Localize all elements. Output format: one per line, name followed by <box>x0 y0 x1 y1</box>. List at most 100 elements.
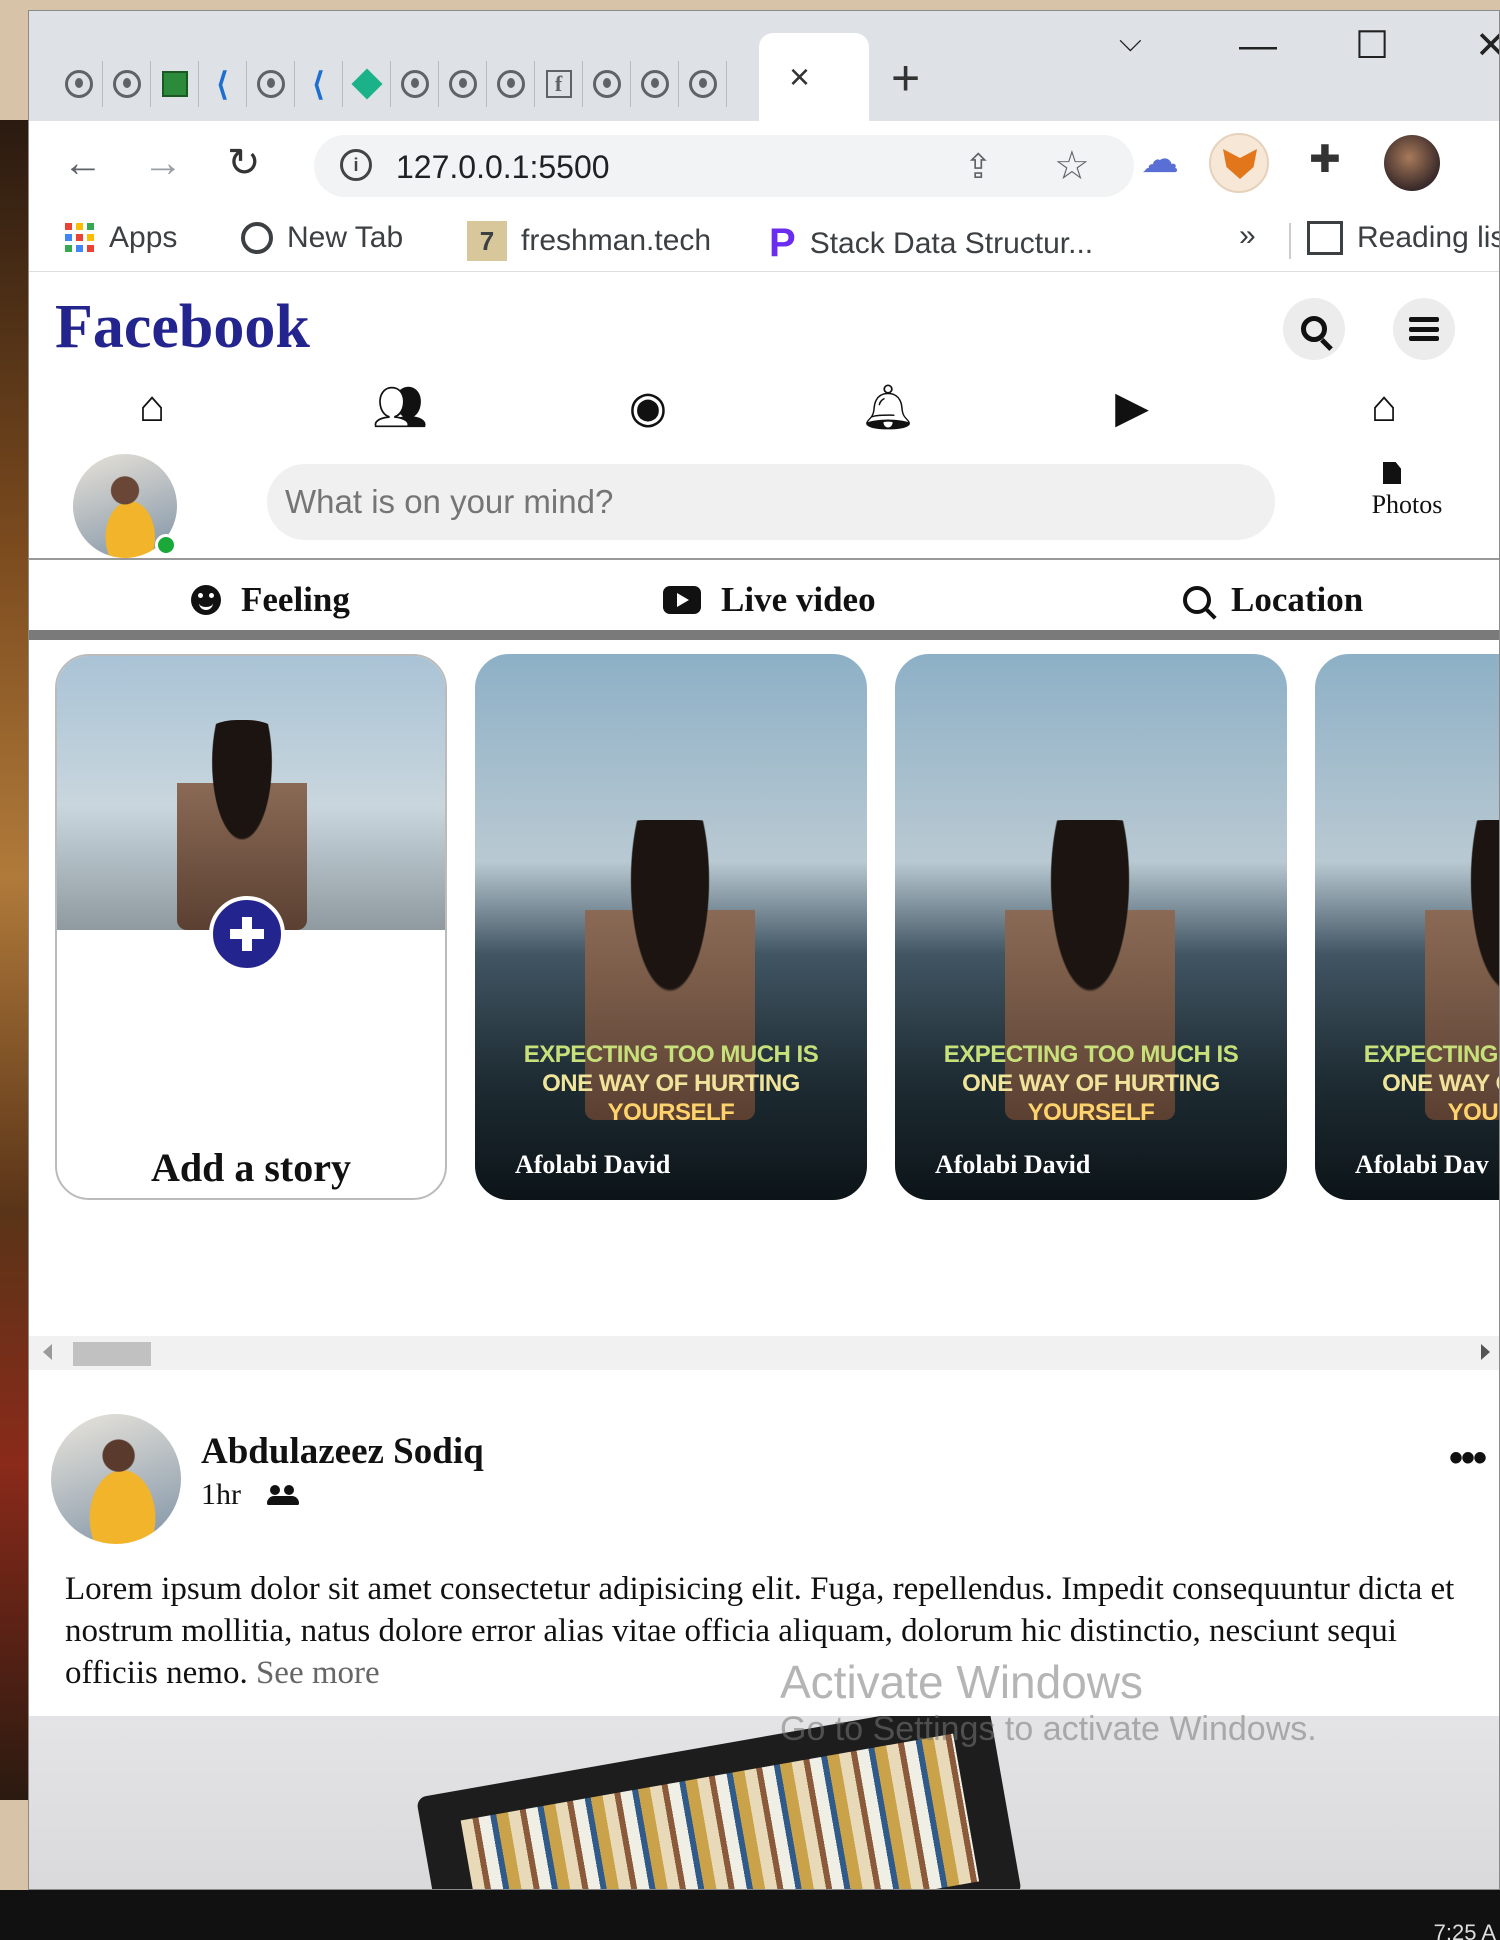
scroll-left-arrow-icon[interactable] <box>43 1344 52 1360</box>
globe-icon <box>256 70 285 98</box>
add-story-label: Add a story <box>150 1145 352 1190</box>
photos-button[interactable]: Photos <box>1357 462 1457 520</box>
post-meta: 1hr <box>201 1478 301 1512</box>
location-button[interactable]: Location <box>1183 580 1363 620</box>
vscode-icon: ⟨ <box>312 66 325 102</box>
add-story-card[interactable]: Add a story <box>55 654 447 1200</box>
gem-icon <box>350 68 383 100</box>
story-card[interactable]: EXPECTING TOO MUCH IS ONE WAY OF HURTING… <box>475 654 867 1200</box>
vscode-icon: ⟨ <box>216 66 229 102</box>
live-video-button[interactable]: Live video <box>663 580 876 620</box>
reading-list-button[interactable]: Reading lis <box>1307 221 1500 255</box>
scrollbar-thumb[interactable] <box>73 1342 151 1366</box>
bookmark-star-icon[interactable]: ☆ <box>1054 143 1090 189</box>
tab-facebook[interactable]: f <box>535 61 583 107</box>
globe-icon <box>112 70 141 98</box>
story-quote: EXPECTING TOO MUCH IS ONE WAY OF HURTING… <box>1363 1041 1499 1126</box>
back-arrow-icon[interactable]: ← <box>63 143 103 183</box>
browser-window: ⟨ ⟨ f × + ⌵ — ☐ ✕ ← → ↻ <box>28 10 1500 1890</box>
active-tab[interactable] <box>759 33 869 121</box>
story-card[interactable]: EXPECTING TOO MUCH IS ONE WAY OF HURTING… <box>1315 654 1499 1200</box>
post-composer: Photos <box>29 440 1499 560</box>
smile-icon <box>191 585 221 615</box>
close-window-button[interactable]: ✕ <box>1475 27 1499 65</box>
post-author-name[interactable]: Abdulazeez Sodiq <box>201 1430 484 1473</box>
add-story-plus-icon[interactable] <box>209 896 285 972</box>
profile-avatar[interactable] <box>1384 135 1440 191</box>
tab-vscode[interactable]: ⟨ <box>199 61 247 107</box>
marketplace-store-icon[interactable]: ⌂ <box>1359 382 1409 431</box>
tab-gem[interactable] <box>343 61 391 107</box>
bookmarks-overflow-button[interactable]: » <box>1239 219 1256 253</box>
tab-globe[interactable] <box>583 61 631 107</box>
photos-label: Photos <box>1371 490 1443 519</box>
bookmark-new-tab[interactable]: New Tab <box>241 221 403 255</box>
tab-globe[interactable] <box>631 61 679 107</box>
taskbar-clock: 7:25 A <box>1433 1920 1496 1940</box>
story-cover-image <box>57 656 445 930</box>
metamask-fox-icon[interactable] <box>1209 133 1269 193</box>
maximize-button[interactable]: ☐ <box>1355 27 1389 65</box>
browser-toolbar: ← → ↻ i 127.0.0.1:5500 ⇪ ☆ ☁ ✚ ⋮ <box>29 121 1499 209</box>
site-info-icon[interactable]: i <box>340 149 372 181</box>
freshman-icon: 7 <box>467 221 507 261</box>
story-card[interactable]: EXPECTING TOO MUCH IS ONE WAY OF HURTING… <box>895 654 1287 1200</box>
status-input[interactable] <box>267 464 1275 540</box>
globe-icon <box>400 70 429 98</box>
post-author-avatar[interactable] <box>51 1414 181 1544</box>
story-quote: EXPECTING TOO MUCH IS ONE WAY OF HURTING… <box>523 1041 819 1126</box>
tab-globe[interactable] <box>679 61 727 107</box>
bookmark-apps[interactable]: Apps <box>65 221 177 255</box>
tab-globe[interactable] <box>391 61 439 107</box>
tab-globe[interactable] <box>55 61 103 107</box>
facebook-page: Facebook ⌂ 👥︎ ◉ 🔔︎ ▶ ⌂ Photos <box>29 271 1499 1889</box>
extension-brain-icon[interactable]: ☁ <box>1141 141 1179 179</box>
url-text[interactable]: 127.0.0.1:5500 <box>396 149 610 186</box>
new-tab-button[interactable]: + <box>891 53 920 103</box>
hamburger-menu-icon <box>1409 317 1439 341</box>
menu-button[interactable] <box>1393 298 1455 360</box>
see-more-link[interactable]: See more <box>256 1655 380 1691</box>
scroll-right-arrow-icon[interactable] <box>1481 1344 1490 1360</box>
search-button[interactable] <box>1283 298 1345 360</box>
story-author-name: Afolabi Dav <box>1355 1150 1489 1179</box>
bookmark-freshman[interactable]: 7 freshman.tech <box>467 221 711 261</box>
globe-icon <box>640 70 669 98</box>
tab-globe[interactable] <box>439 61 487 107</box>
story-quote: EXPECTING TOO MUCH IS ONE WAY OF HURTING… <box>943 1041 1239 1126</box>
home-icon[interactable]: ⌂ <box>127 382 177 431</box>
globe-icon <box>241 222 273 254</box>
tab-globe[interactable] <box>247 61 295 107</box>
address-bar[interactable]: i 127.0.0.1:5500 ⇪ ☆ <box>314 135 1134 197</box>
share-icon[interactable]: ⇪ <box>964 147 993 187</box>
facebook-page-icon: f <box>545 70 572 98</box>
notifications-bell-icon[interactable]: 🔔︎ <box>860 383 916 432</box>
minimize-button[interactable]: — <box>1239 27 1277 65</box>
facebook-logo[interactable]: Facebook <box>55 292 310 363</box>
reading-list-label: Reading lis <box>1357 221 1500 254</box>
bookmark-label: Stack Data Structur... <box>809 226 1094 260</box>
forward-arrow-icon[interactable]: → <box>143 143 183 183</box>
extensions-puzzle-icon[interactable]: ✚ <box>1309 141 1341 179</box>
stories-scrollbar[interactable] <box>29 1336 1499 1370</box>
tab-globe[interactable] <box>103 61 151 107</box>
tab-react[interactable] <box>151 61 199 107</box>
tab-close-icon[interactable]: × <box>789 59 810 95</box>
reload-icon[interactable]: ↻ <box>227 143 261 183</box>
composer-actions: Feeling Live video Location <box>29 564 1499 640</box>
tab-search-dropdown-icon[interactable]: ⌵ <box>1119 27 1142 57</box>
bookmark-stack[interactable]: P Stack Data Structur... <box>769 221 1093 266</box>
tab-vscode[interactable]: ⟨ <box>295 61 343 107</box>
browser-menu-icon[interactable]: ⋮ <box>1487 139 1499 185</box>
feeling-button[interactable]: Feeling <box>191 580 350 620</box>
audience-friends-icon <box>267 1485 301 1505</box>
watch-video-icon[interactable]: ▶ <box>1107 383 1157 432</box>
reading-list-icon <box>1307 221 1343 255</box>
globe-icon <box>688 70 717 98</box>
post-options-button[interactable]: ••• <box>1449 1436 1487 1481</box>
globe-icon <box>64 70 93 98</box>
messenger-icon[interactable]: ◉ <box>623 383 673 432</box>
tab-globe[interactable] <box>487 61 535 107</box>
story-author-name: Afolabi David <box>515 1150 671 1179</box>
friends-icon[interactable]: 👥︎ <box>372 383 428 432</box>
